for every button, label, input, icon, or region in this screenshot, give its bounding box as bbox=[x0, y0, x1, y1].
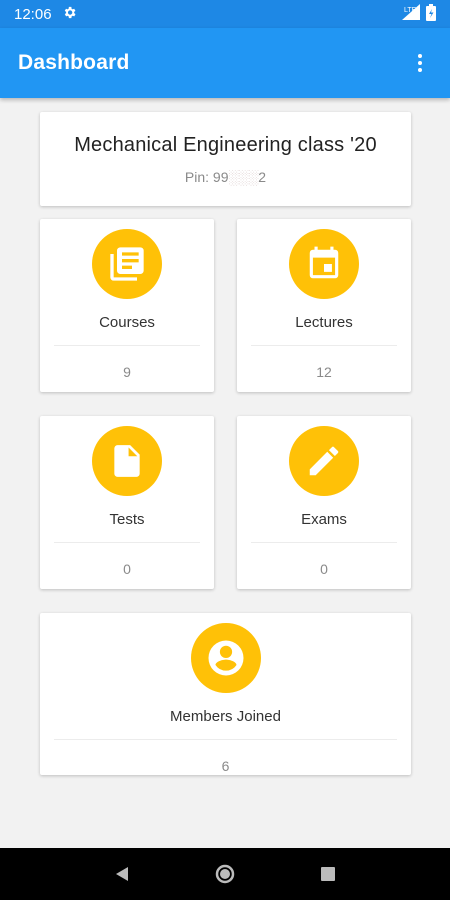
members-count: 6 bbox=[221, 758, 230, 774]
more-vert-icon[interactable] bbox=[408, 43, 432, 83]
document-icon bbox=[92, 426, 162, 496]
lectures-card[interactable]: Lectures 12 bbox=[237, 219, 411, 392]
svg-text:LTE: LTE bbox=[404, 7, 417, 14]
class-info-card: Mechanical Engineering class '20 Pin: 99… bbox=[40, 112, 411, 206]
courses-card[interactable]: Courses 9 bbox=[40, 219, 214, 392]
pin-hidden: ░░░ bbox=[228, 169, 259, 185]
status-bar: 12:06 LTE bbox=[0, 0, 450, 28]
tests-count: 0 bbox=[123, 561, 131, 577]
class-pin: Pin: 99░░░2 bbox=[40, 169, 411, 185]
navigation-bar bbox=[0, 848, 450, 900]
courses-count: 9 bbox=[123, 364, 131, 380]
signal-icon: LTE bbox=[402, 4, 420, 24]
page-title: Dashboard bbox=[18, 51, 130, 74]
library-books-icon bbox=[92, 229, 162, 299]
exams-card[interactable]: Exams 0 bbox=[237, 416, 411, 589]
tests-label: Tests bbox=[109, 511, 145, 528]
lectures-count: 12 bbox=[316, 364, 332, 380]
members-card[interactable]: Members Joined 6 bbox=[40, 613, 411, 775]
courses-label: Courses bbox=[99, 314, 155, 331]
pin-visible-end: 2 bbox=[258, 169, 267, 185]
exams-label: Exams bbox=[301, 511, 347, 528]
status-time: 12:06 bbox=[14, 5, 52, 23]
tests-card[interactable]: Tests 0 bbox=[40, 416, 214, 589]
divider bbox=[251, 345, 397, 346]
divider bbox=[54, 542, 200, 543]
class-name: Mechanical Engineering class '20 bbox=[74, 134, 377, 156]
calendar-icon bbox=[289, 229, 359, 299]
members-label: Members Joined bbox=[170, 708, 281, 725]
back-icon[interactable] bbox=[102, 854, 142, 894]
pin-visible-start: Pin: 99 bbox=[184, 169, 229, 185]
settings-icon bbox=[62, 5, 77, 24]
divider bbox=[251, 542, 397, 543]
battery-icon bbox=[426, 3, 436, 25]
account-circle-icon bbox=[190, 623, 261, 693]
app-bar: Dashboard bbox=[0, 28, 450, 98]
divider bbox=[54, 739, 397, 740]
exams-count: 0 bbox=[320, 561, 328, 577]
recents-icon[interactable] bbox=[308, 854, 348, 894]
pencil-icon bbox=[289, 426, 359, 496]
home-icon[interactable] bbox=[205, 854, 245, 894]
lectures-label: Lectures bbox=[295, 314, 353, 331]
divider bbox=[54, 345, 200, 346]
